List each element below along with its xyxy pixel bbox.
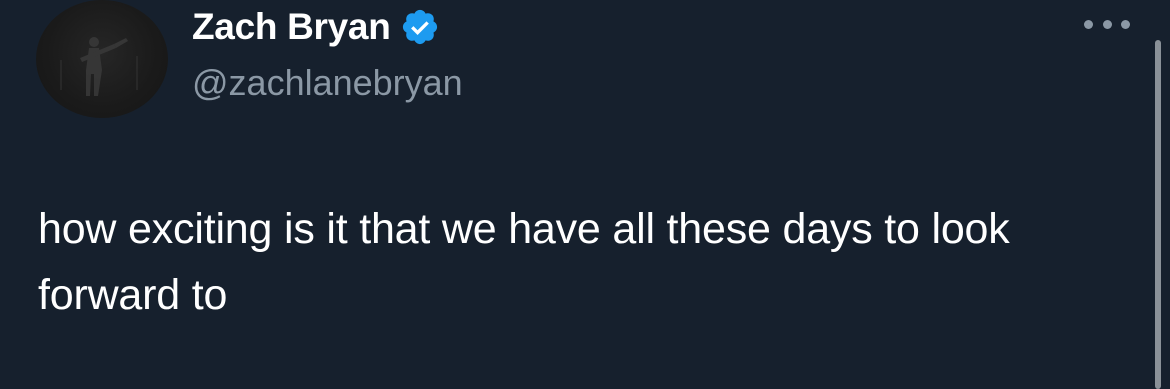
more-horizontal-icon-dot [1121,19,1130,29]
scrollbar[interactable] [1155,40,1161,389]
tweet-card: Zach Bryan @zachlanebryan how exciting i… [0,0,1170,389]
more-horizontal-icon-dot [1102,19,1112,29]
tweet-text: how exciting is it that we have all thes… [38,205,1010,319]
author-name-row: Zach Bryan [192,6,440,48]
author-handle[interactable]: @zachlanebryan [192,62,463,104]
author-display-name[interactable]: Zach Bryan [192,6,391,48]
verified-badge-icon [402,9,437,45]
more-horizontal-icon [1084,19,1093,29]
avatar-silhouette-icon [60,37,138,96]
avatar[interactable] [36,0,168,118]
more-options-button[interactable] [1084,14,1130,34]
